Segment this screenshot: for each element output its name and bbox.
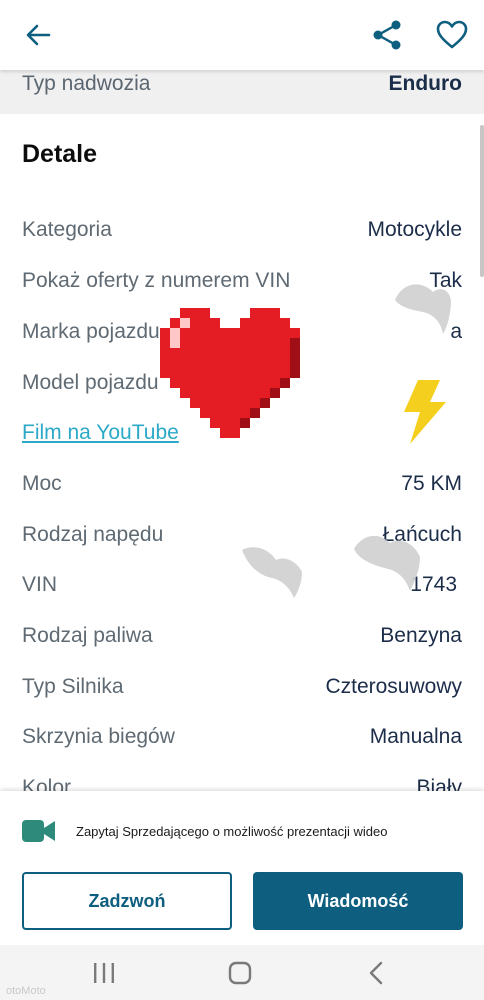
detail-label: Pokaż oferty z numerem VIN: [22, 269, 291, 292]
recent-apps-icon: [94, 963, 114, 983]
detail-row-body-type: Typ nadwozia Enduro: [0, 70, 484, 114]
message-button[interactable]: Wiadomość: [253, 872, 463, 930]
call-button[interactable]: Zadzwoń: [22, 872, 232, 930]
watermark: otoMoto: [6, 985, 46, 997]
detail-value: Biały: [416, 776, 462, 791]
detail-value: Motocykle: [367, 218, 462, 241]
video-camera-icon: [22, 820, 55, 842]
detail-value: 1743: [410, 573, 457, 596]
detail-label: Kategoria: [22, 218, 112, 241]
nav-back-icon: [369, 961, 383, 985]
recent-apps-button[interactable]: [89, 959, 119, 987]
home-button[interactable]: [225, 959, 255, 987]
back-button[interactable]: [16, 14, 60, 56]
heart-outline-icon: [436, 20, 468, 49]
top-app-bar: [0, 0, 484, 70]
detail-row-power: Moc 75 KM: [0, 459, 484, 509]
detail-value: Tak: [429, 269, 462, 292]
detail-label: VIN: [22, 573, 58, 596]
detail-label: Moc: [22, 472, 62, 495]
detail-value: a: [450, 320, 462, 343]
detail-label: Model pojazdu: [22, 371, 159, 394]
detail-row-make: Marka pojazdu a: [0, 307, 484, 357]
system-navigation-bar: otoMoto: [0, 945, 484, 1000]
share-button[interactable]: [365, 14, 409, 56]
detail-label: Kolor: [22, 776, 72, 791]
detail-value: Łańcuch: [382, 523, 462, 546]
section-title: Detale: [22, 140, 98, 168]
detail-row-model: Model pojazdu: [0, 358, 484, 408]
detail-value: Benzyna: [380, 624, 462, 647]
share-icon: [373, 20, 401, 50]
detail-value: Manualna: [369, 725, 462, 748]
detail-value: Czterosuwowy: [325, 675, 462, 698]
detail-label: Marka pojazdu: [22, 320, 160, 343]
favorite-button[interactable]: [430, 14, 474, 56]
detail-row-gearbox: Skrzynia biegów Manualna: [0, 712, 484, 762]
detail-value: Enduro: [388, 72, 463, 95]
arrow-left-icon: [26, 24, 51, 46]
youtube-link[interactable]: Film na YouTube: [22, 421, 179, 445]
detail-label: Typ nadwozia: [22, 72, 151, 95]
details-list: Kategoria Motocykle Pokaż oferty z numer…: [0, 205, 484, 791]
home-icon: [228, 961, 252, 985]
video-presentation-request[interactable]: Zapytaj Sprzedającego o możliwość prezen…: [22, 819, 387, 843]
system-back-button[interactable]: [361, 959, 391, 987]
detail-row-vin-offers: Pokaż oferty z numerem VIN Tak: [0, 256, 484, 306]
detail-row-category: Kategoria Motocykle: [0, 205, 484, 255]
detail-row-color: Kolor Biały: [0, 763, 484, 791]
detail-label: Typ Silnika: [22, 675, 124, 698]
detail-label: Rodzaj napędu: [22, 523, 164, 546]
contact-panel: Zapytaj Sprzedającego o możliwość prezen…: [0, 791, 484, 945]
detail-row-vin: VIN 1743: [0, 560, 484, 610]
detail-row-youtube[interactable]: Film na YouTube: [0, 408, 484, 458]
detail-row-fuel: Rodzaj paliwa Benzyna: [0, 611, 484, 661]
detail-row-drive: Rodzaj napędu Łańcuch: [0, 510, 484, 560]
detail-label: Rodzaj paliwa: [22, 624, 153, 647]
detail-label: Skrzynia biegów: [22, 725, 175, 748]
detail-row-engine: Typ Silnika Czterosuwowy: [0, 662, 484, 712]
detail-value: 75 KM: [401, 472, 462, 495]
video-request-text: Zapytaj Sprzedającego o możliwość prezen…: [76, 823, 388, 839]
